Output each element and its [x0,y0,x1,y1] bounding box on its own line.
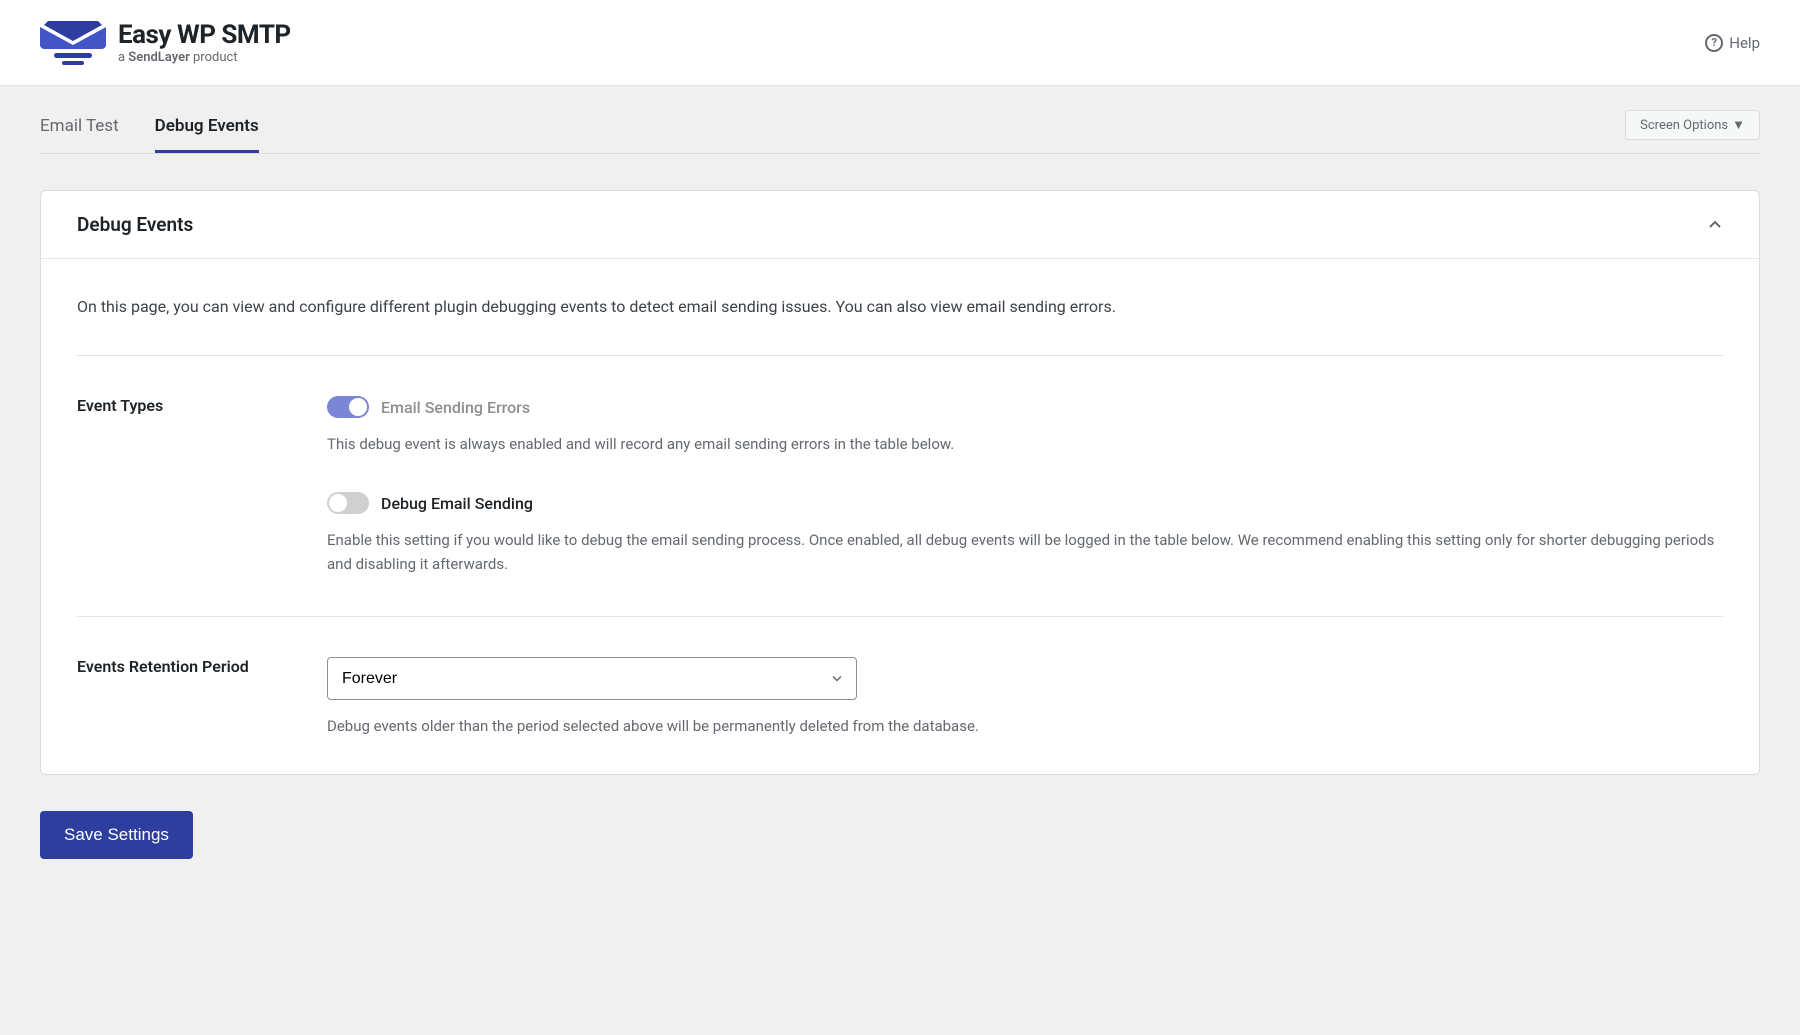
logo-icon [40,21,106,65]
logo-text: Easy WP SMTP a SendLayer product [118,20,291,65]
content: Screen Options ▼ Email Test Debug Events… [0,102,1800,859]
tabs: Email Test Debug Events [40,102,1760,154]
help-label: Help [1729,34,1760,52]
retention-label: Events Retention Period [77,657,327,738]
logo: Easy WP SMTP a SendLayer product [40,20,291,65]
triangle-down-icon: ▼ [1732,117,1745,133]
retention-content: Forever Debug events older than the peri… [327,657,1723,738]
toggle-row: Email Sending Errors [327,396,1723,418]
toggle-row: Debug Email Sending [327,492,1723,514]
page-header: Easy WP SMTP a SendLayer product ? Help [0,0,1800,86]
chevron-up-icon [1707,217,1723,233]
retention-description: Debug events older than the period selec… [327,714,1723,738]
logo-title: Easy WP SMTP [118,20,291,50]
toggle-knob [329,494,347,512]
toggle-email-sending-errors: Email Sending Errors This debug event is… [327,396,1723,456]
toggle-errors [327,396,369,418]
panel-description: On this page, you can view and configure… [77,295,1723,356]
help-icon: ? [1705,34,1723,52]
event-types-content: Email Sending Errors This debug event is… [327,396,1723,576]
screen-options-button[interactable]: Screen Options ▼ [1625,110,1760,140]
panel-title: Debug Events [77,213,193,236]
setting-retention: Events Retention Period Forever Debug ev… [77,617,1723,738]
toggle-debug-email-sending: Debug Email Sending Enable this setting … [327,492,1723,576]
tab-debug-events[interactable]: Debug Events [155,102,259,153]
logo-subtitle: a SendLayer product [118,50,291,65]
save-settings-button[interactable]: Save Settings [40,811,193,859]
toggle-debug-description: Enable this setting if you would like to… [327,528,1723,576]
panel-body: On this page, you can view and configure… [41,259,1759,774]
debug-events-panel: Debug Events On this page, you can view … [40,190,1760,775]
retention-select[interactable]: Forever [327,657,857,700]
event-types-label: Event Types [77,396,327,576]
toggle-errors-description: This debug event is always enabled and w… [327,432,1723,456]
help-link[interactable]: ? Help [1705,34,1760,52]
toggle-debug-label: Debug Email Sending [381,494,533,513]
toggle-errors-label: Email Sending Errors [381,398,530,417]
setting-event-types: Event Types Email Sending Errors This de… [77,356,1723,617]
panel-header[interactable]: Debug Events [41,191,1759,259]
tab-email-test[interactable]: Email Test [40,102,119,153]
retention-select-wrap: Forever [327,657,857,700]
toggle-debug[interactable] [327,492,369,514]
toggle-knob [349,398,367,416]
